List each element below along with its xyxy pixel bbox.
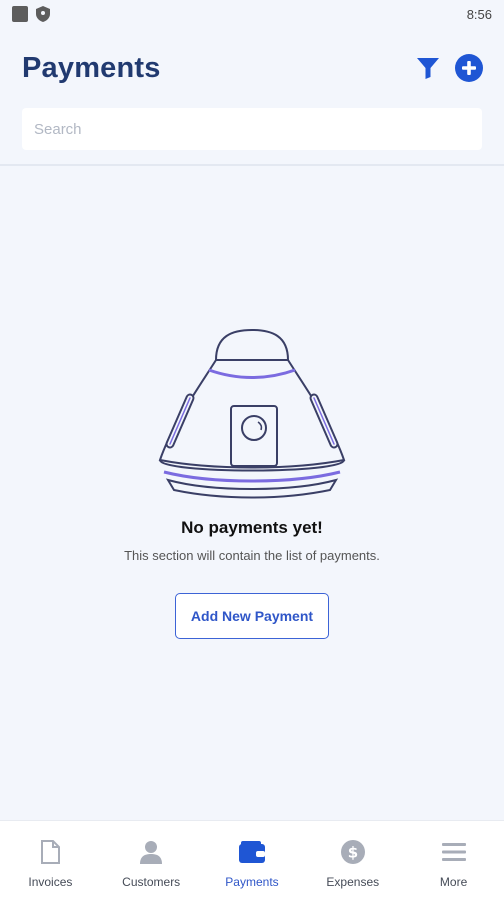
nav-item-more[interactable]: More <box>404 821 504 889</box>
nav-item-customers[interactable]: Customers <box>101 821 201 889</box>
nav-label-expenses: Expenses <box>326 875 380 889</box>
header: Payments <box>0 28 504 108</box>
dollar-icon: $ <box>340 839 365 865</box>
nav-label-more: More <box>439 875 468 889</box>
nav-item-invoices[interactable]: Invoices <box>0 821 100 889</box>
status-bar: 8:56 <box>0 0 504 28</box>
header-divider <box>0 164 504 166</box>
search-bar <box>22 108 482 150</box>
shield-icon <box>36 6 50 22</box>
app-screen: 8:56 Payments Search No payments yet! Th… <box>0 0 504 900</box>
add-payment-header-button[interactable] <box>454 53 484 83</box>
nav-item-expenses[interactable]: $ Expenses <box>303 821 403 889</box>
page-title: Payments <box>22 51 161 84</box>
header-actions <box>416 53 484 83</box>
filter-icon <box>417 58 439 79</box>
nav-label-payments: Payments <box>225 875 279 889</box>
search-input[interactable] <box>22 108 482 150</box>
menu-icon <box>441 839 466 865</box>
wallet-icon <box>238 839 265 865</box>
filter-button[interactable] <box>416 56 440 80</box>
nav-label-invoices: Invoices <box>28 875 73 889</box>
capsule-icon <box>158 328 346 499</box>
nav-label-customers: Customers <box>122 875 181 889</box>
svg-text:$: $ <box>348 844 358 862</box>
add-circle-icon <box>455 54 483 82</box>
empty-state: No payments yet! This section will conta… <box>0 320 504 639</box>
nav-item-payments[interactable]: Payments <box>202 821 302 889</box>
document-icon <box>40 839 61 865</box>
empty-state-title: No payments yet! <box>181 518 323 537</box>
status-icons <box>12 6 50 22</box>
square-icon <box>12 6 28 22</box>
status-time: 8:56 <box>466 6 492 22</box>
person-icon <box>140 839 163 865</box>
empty-state-description: This section will contain the list of pa… <box>124 548 380 563</box>
add-new-payment-button[interactable]: Add New Payment <box>175 593 329 639</box>
bottom-nav: Invoices Customers Payments $ Expenses M… <box>0 820 504 900</box>
